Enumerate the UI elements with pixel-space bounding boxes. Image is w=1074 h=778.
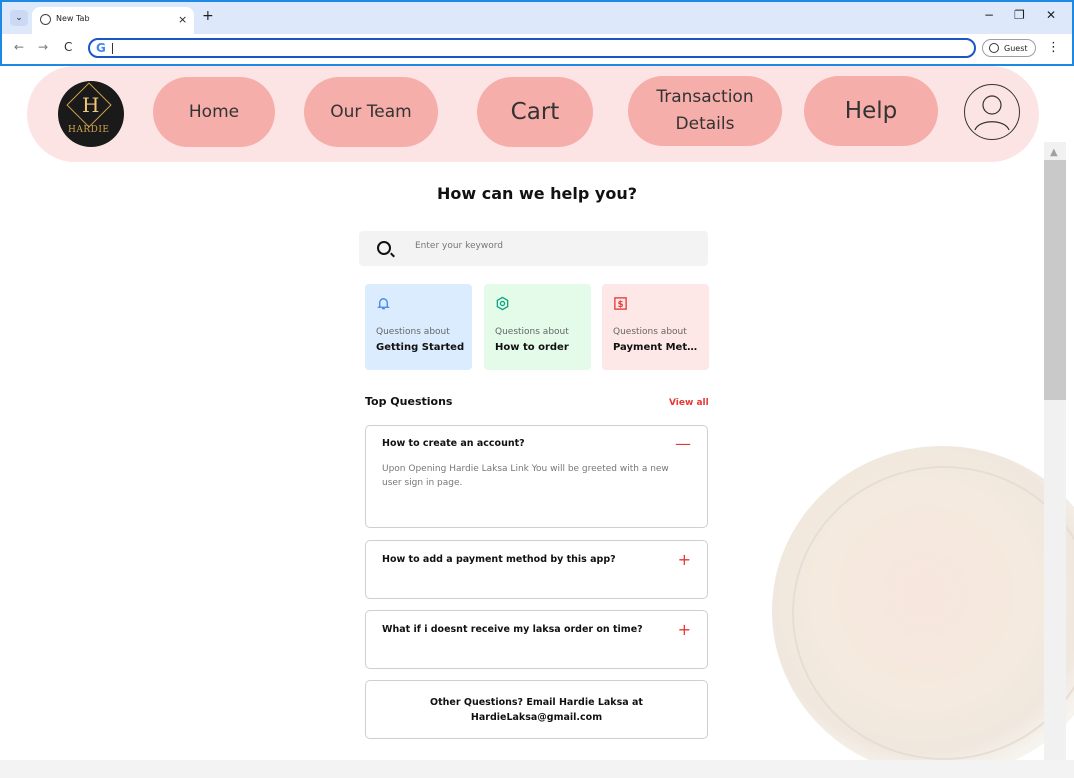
nav-cart-button[interactable]: Cart [477,77,593,147]
globe-icon [40,14,51,25]
category-title: How to order [495,342,569,353]
person-icon [989,43,999,53]
hexagon-icon [496,296,509,311]
faq-item[interactable]: What if i doesnt receive my laksa order … [365,610,708,669]
address-bar[interactable]: G [88,38,976,58]
new-tab-button[interactable]: + [202,8,214,24]
user-profile-icon[interactable] [964,84,1020,140]
category-title: Getting Started [376,342,465,353]
category-how-to-order[interactable]: Questions about How to order [484,284,591,370]
faq-answer: Upon Opening Hardie Laksa Link You will … [382,464,669,488]
view-all-link[interactable]: View all [669,398,709,408]
close-window-button[interactable]: ✕ [1046,8,1056,22]
search-placeholder: Enter your keyword [415,241,503,251]
nav-our-team-button[interactable]: Our Team [304,77,438,147]
reload-button[interactable]: C [64,40,72,54]
other-questions-box: Other Questions? Email Hardie Laksa at H… [365,680,708,739]
search-icon [377,241,391,255]
category-title: Payment Meth... [613,342,703,353]
faq-item-expanded[interactable]: How to create an account? — Upon Opening… [365,425,708,528]
nav-transaction-details-button[interactable]: Transaction Details [628,76,782,146]
tab-close-button[interactable]: × [178,13,187,26]
minimize-button[interactable]: − [984,8,994,22]
scroll-up-icon[interactable]: ▲ [1050,147,1058,158]
logo-word: HARDIE [68,125,110,135]
restore-button[interactable]: ❐ [1014,8,1025,22]
tab-search-button[interactable]: ⌄ [10,10,28,26]
expand-icon[interactable]: + [678,620,691,639]
category-payment-methods[interactable]: $ Questions about Payment Meth... [602,284,709,370]
expand-icon[interactable]: + [678,550,691,569]
collapse-icon[interactable]: — [675,434,691,453]
page-viewport: ▲ H HARDIE Home Our Team Cart Transactio… [0,66,1074,778]
nav-home-button[interactable]: Home [153,77,275,147]
text-caret [112,43,113,54]
hardie-logo[interactable]: H HARDIE [58,81,124,147]
forward-button[interactable]: → [38,40,48,54]
scrollbar[interactable]: ▲ [1044,142,1066,760]
browser-toolbar: ← → C G Guest ⋮ [2,34,1072,64]
google-icon: G [96,41,106,55]
faq-question: How to create an account? [382,438,525,449]
faq-question: What if i doesnt receive my laksa order … [382,624,643,635]
page-footer-strip [0,760,1074,778]
category-prefix: Questions about [613,327,687,337]
profile-button[interactable]: Guest [982,39,1036,57]
dollar-icon: $ [614,297,627,310]
profile-label: Guest [1004,44,1028,53]
help-heading: How can we help you? [436,184,638,203]
nav-help-button[interactable]: Help [804,76,938,146]
category-getting-started[interactable]: Questions about Getting Started [365,284,472,370]
back-button[interactable]: ← [14,40,24,54]
search-input[interactable]: Enter your keyword [359,231,708,266]
svg-text:$: $ [618,299,624,309]
browser-menu-button[interactable]: ⋮ [1047,40,1060,55]
faq-question: How to add a payment method by this app? [382,554,616,565]
tab-strip: ⌄ New Tab × + − ❐ ✕ [2,2,1072,34]
faq-item[interactable]: How to add a payment method by this app?… [365,540,708,599]
tab-title: New Tab [56,14,90,23]
tab-new-tab[interactable]: New Tab × [32,7,194,34]
bell-icon [377,298,390,310]
category-prefix: Questions about [376,327,450,337]
logo-letter: H [82,93,100,117]
category-prefix: Questions about [495,327,569,337]
browser-window: ⌄ New Tab × + − ❐ ✕ ← → C G Guest ⋮ [0,0,1074,66]
top-questions-heading: Top Questions [365,395,453,408]
